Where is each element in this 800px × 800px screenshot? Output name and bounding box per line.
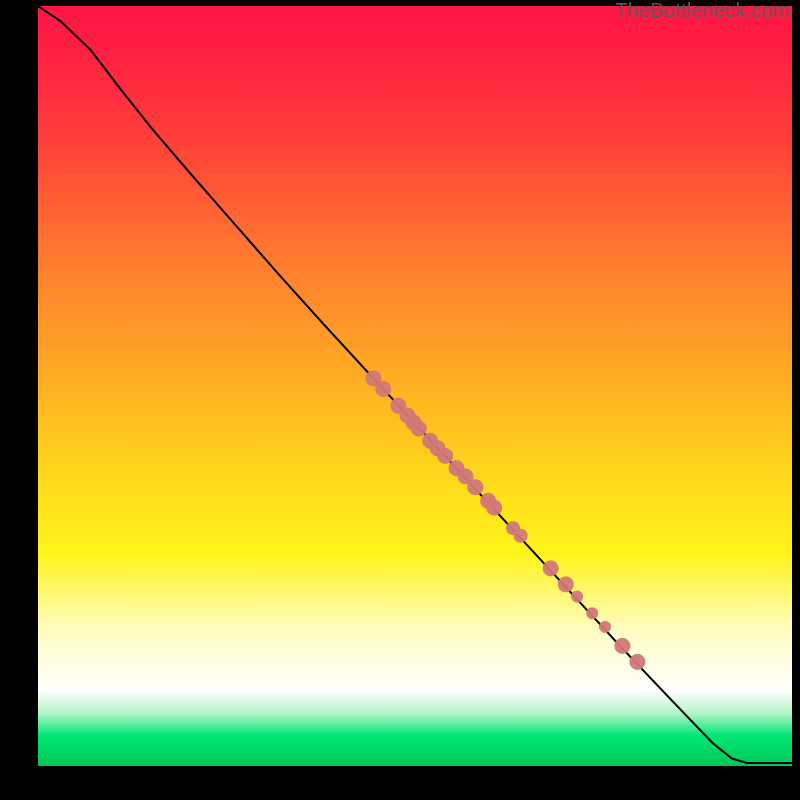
data-point: [467, 479, 483, 495]
data-point: [571, 591, 583, 603]
data-point: [599, 621, 611, 633]
data-point: [486, 500, 502, 516]
data-point: [543, 560, 559, 576]
data-point: [437, 448, 453, 464]
curve-line: [38, 6, 792, 763]
watermark: TheBottleneck.com: [615, 0, 790, 23]
data-point: [629, 654, 645, 670]
data-point: [411, 421, 427, 437]
data-point: [614, 638, 630, 654]
data-point: [375, 381, 391, 397]
data-point: [514, 529, 528, 543]
plot-area: [38, 6, 792, 766]
chart-container: TheBottleneck.com: [0, 0, 800, 800]
data-point: [586, 607, 598, 619]
chart-svg: [38, 6, 792, 766]
data-point: [558, 576, 574, 592]
